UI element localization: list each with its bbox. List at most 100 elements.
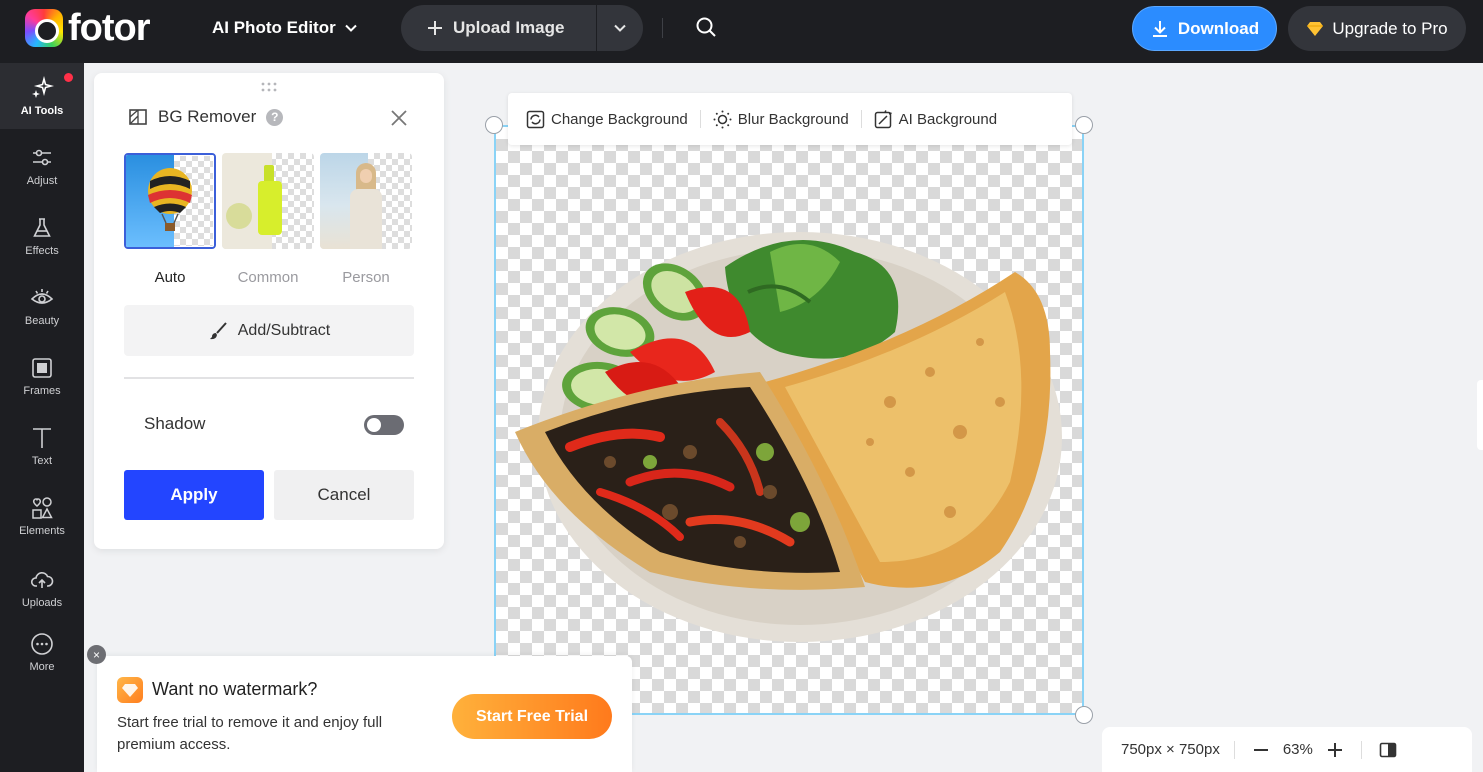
start-free-trial-button[interactable]: Start Free Trial <box>452 694 612 739</box>
diamond-icon <box>117 677 143 703</box>
sidebar-item-adjust[interactable]: Adjust <box>0 133 84 199</box>
food-plate-image[interactable] <box>510 222 1070 652</box>
mode-label: Person <box>342 269 390 286</box>
help-icon[interactable]: ? <box>266 108 284 126</box>
sidebar-item-label: AI Tools <box>20 104 64 117</box>
sidebar-item-frames[interactable]: Frames <box>0 343 84 409</box>
blur-background-button[interactable]: Blur Background <box>713 110 849 129</box>
sidebar-item-elements[interactable]: Elements <box>0 483 84 549</box>
sidebar-item-more[interactable]: More <box>0 619 84 685</box>
ai-background-icon <box>874 109 892 128</box>
sidebar-item-label: Effects <box>25 244 59 257</box>
zoom-in-button[interactable] <box>1323 738 1347 762</box>
background-toolbar: Change Background Blur Background AI Bac… <box>508 93 1072 145</box>
minus-icon <box>1253 748 1268 751</box>
mode-person[interactable]: Person <box>320 153 412 286</box>
text-icon <box>33 427 51 448</box>
sidebar-item-label: Beauty <box>24 314 60 327</box>
sidebar-item-label: Frames <box>23 384 61 397</box>
sidebar-item-label: Uploads <box>21 596 63 609</box>
editor-mode-label: AI Photo Editor <box>212 18 336 37</box>
sidebar-item-text[interactable]: Text <box>0 413 84 479</box>
blur-background-label: Blur Background <box>737 110 849 128</box>
right-panel-toggle[interactable] <box>1477 380 1483 450</box>
add-subtract-label: Add/Subtract <box>237 321 331 339</box>
apply-button[interactable]: Apply <box>124 470 264 520</box>
status-bar: 750px × 750px 63% <box>1102 727 1472 772</box>
mode-thumbnail-common <box>222 153 314 249</box>
sidebar-item-label: More <box>29 660 55 673</box>
panel-title-text: BG Remover <box>158 107 257 126</box>
divider <box>124 377 414 379</box>
blur-icon <box>713 110 732 128</box>
close-icon[interactable] <box>390 109 408 127</box>
notification-dot <box>64 73 73 82</box>
resize-handle-top-left[interactable] <box>485 116 503 134</box>
compare-icon <box>1379 742 1397 757</box>
cancel-button[interactable]: Cancel <box>274 470 414 520</box>
promo-text: Start free trial to remove it and enjoy … <box>117 714 383 753</box>
divider <box>699 110 701 128</box>
upgrade-to-pro-button[interactable]: Upgrade to Pro <box>1288 6 1466 51</box>
resize-handle-top-right[interactable] <box>1075 116 1093 134</box>
drag-handle-icon[interactable] <box>259 81 279 93</box>
change-background-icon <box>526 110 545 128</box>
plus-icon <box>428 21 442 35</box>
change-background-button[interactable]: Change Background <box>526 110 688 129</box>
promo-title: Want no watermark? <box>152 679 318 699</box>
diamond-icon <box>1307 21 1324 36</box>
bg-remover-icon <box>129 109 147 125</box>
eye-icon <box>30 288 54 304</box>
fotor-logo-icon <box>25 9 63 47</box>
upgrade-label: Upgrade to Pro <box>1332 18 1448 38</box>
left-sidebar: AI Tools Adjust Effects Beauty Frames Te… <box>0 63 84 772</box>
add-subtract-button[interactable]: Add/Subtract <box>124 305 414 356</box>
download-button[interactable]: Download <box>1132 6 1277 51</box>
panel-title: BG Remover ? <box>128 107 284 127</box>
plus-icon <box>1327 742 1342 757</box>
mode-auto[interactable]: Auto <box>124 153 216 286</box>
divider <box>1360 740 1362 759</box>
sliders-icon <box>33 149 51 165</box>
cloud-upload-icon <box>30 571 54 588</box>
sidebar-item-effects[interactable]: Effects <box>0 203 84 269</box>
watermark-promo: Want no watermark? Start free trial to r… <box>97 656 632 772</box>
sidebar-item-uploads[interactable]: Uploads <box>0 555 84 621</box>
sidebar-item-label: Elements <box>19 524 65 537</box>
mode-label: Common <box>237 269 299 286</box>
search-button[interactable] <box>694 15 718 39</box>
top-bar: fotor AI Photo Editor Upload Image Downl… <box>0 0 1483 63</box>
compare-button[interactable] <box>1376 738 1400 762</box>
ai-background-button[interactable]: AI Background <box>874 109 998 129</box>
sidebar-item-ai-tools[interactable]: AI Tools <box>0 63 84 129</box>
more-icon <box>31 632 53 655</box>
resize-handle-bottom-right[interactable] <box>1075 706 1093 724</box>
canvas-dimensions[interactable]: 750px × 750px <box>1121 741 1220 758</box>
close-promo-icon[interactable]: × <box>87 645 106 664</box>
zoom-out-button[interactable] <box>1249 738 1273 762</box>
shadow-toggle[interactable] <box>364 415 404 435</box>
zoom-level[interactable]: 63% <box>1283 741 1313 758</box>
ai-background-label: AI Background <box>898 110 998 128</box>
mode-thumbnail-person <box>320 153 412 249</box>
upload-image-button[interactable]: Upload Image <box>401 5 597 51</box>
upload-group: Upload Image <box>401 5 643 51</box>
shadow-label: Shadow <box>144 414 206 433</box>
shapes-icon <box>32 496 53 519</box>
brush-icon <box>209 321 227 339</box>
bg-remover-panel: BG Remover ? Auto Common Person Add/Subt… <box>94 73 444 549</box>
chevron-down-icon <box>345 24 357 32</box>
sidebar-item-label: Adjust <box>26 174 58 187</box>
upload-options-button[interactable] <box>597 5 643 51</box>
sparkles-icon <box>32 75 54 98</box>
download-label: Download <box>1177 18 1260 38</box>
sidebar-item-beauty[interactable]: Beauty <box>0 273 84 339</box>
frame-icon <box>32 357 52 378</box>
upload-image-label: Upload Image <box>453 18 565 37</box>
download-icon <box>1152 20 1167 37</box>
editor-mode-dropdown[interactable]: AI Photo Editor <box>212 16 358 40</box>
fotor-logo[interactable]: fotor <box>25 9 163 47</box>
divider <box>662 18 663 38</box>
mode-common[interactable]: Common <box>222 153 314 286</box>
mode-thumbnail-auto <box>124 153 216 249</box>
